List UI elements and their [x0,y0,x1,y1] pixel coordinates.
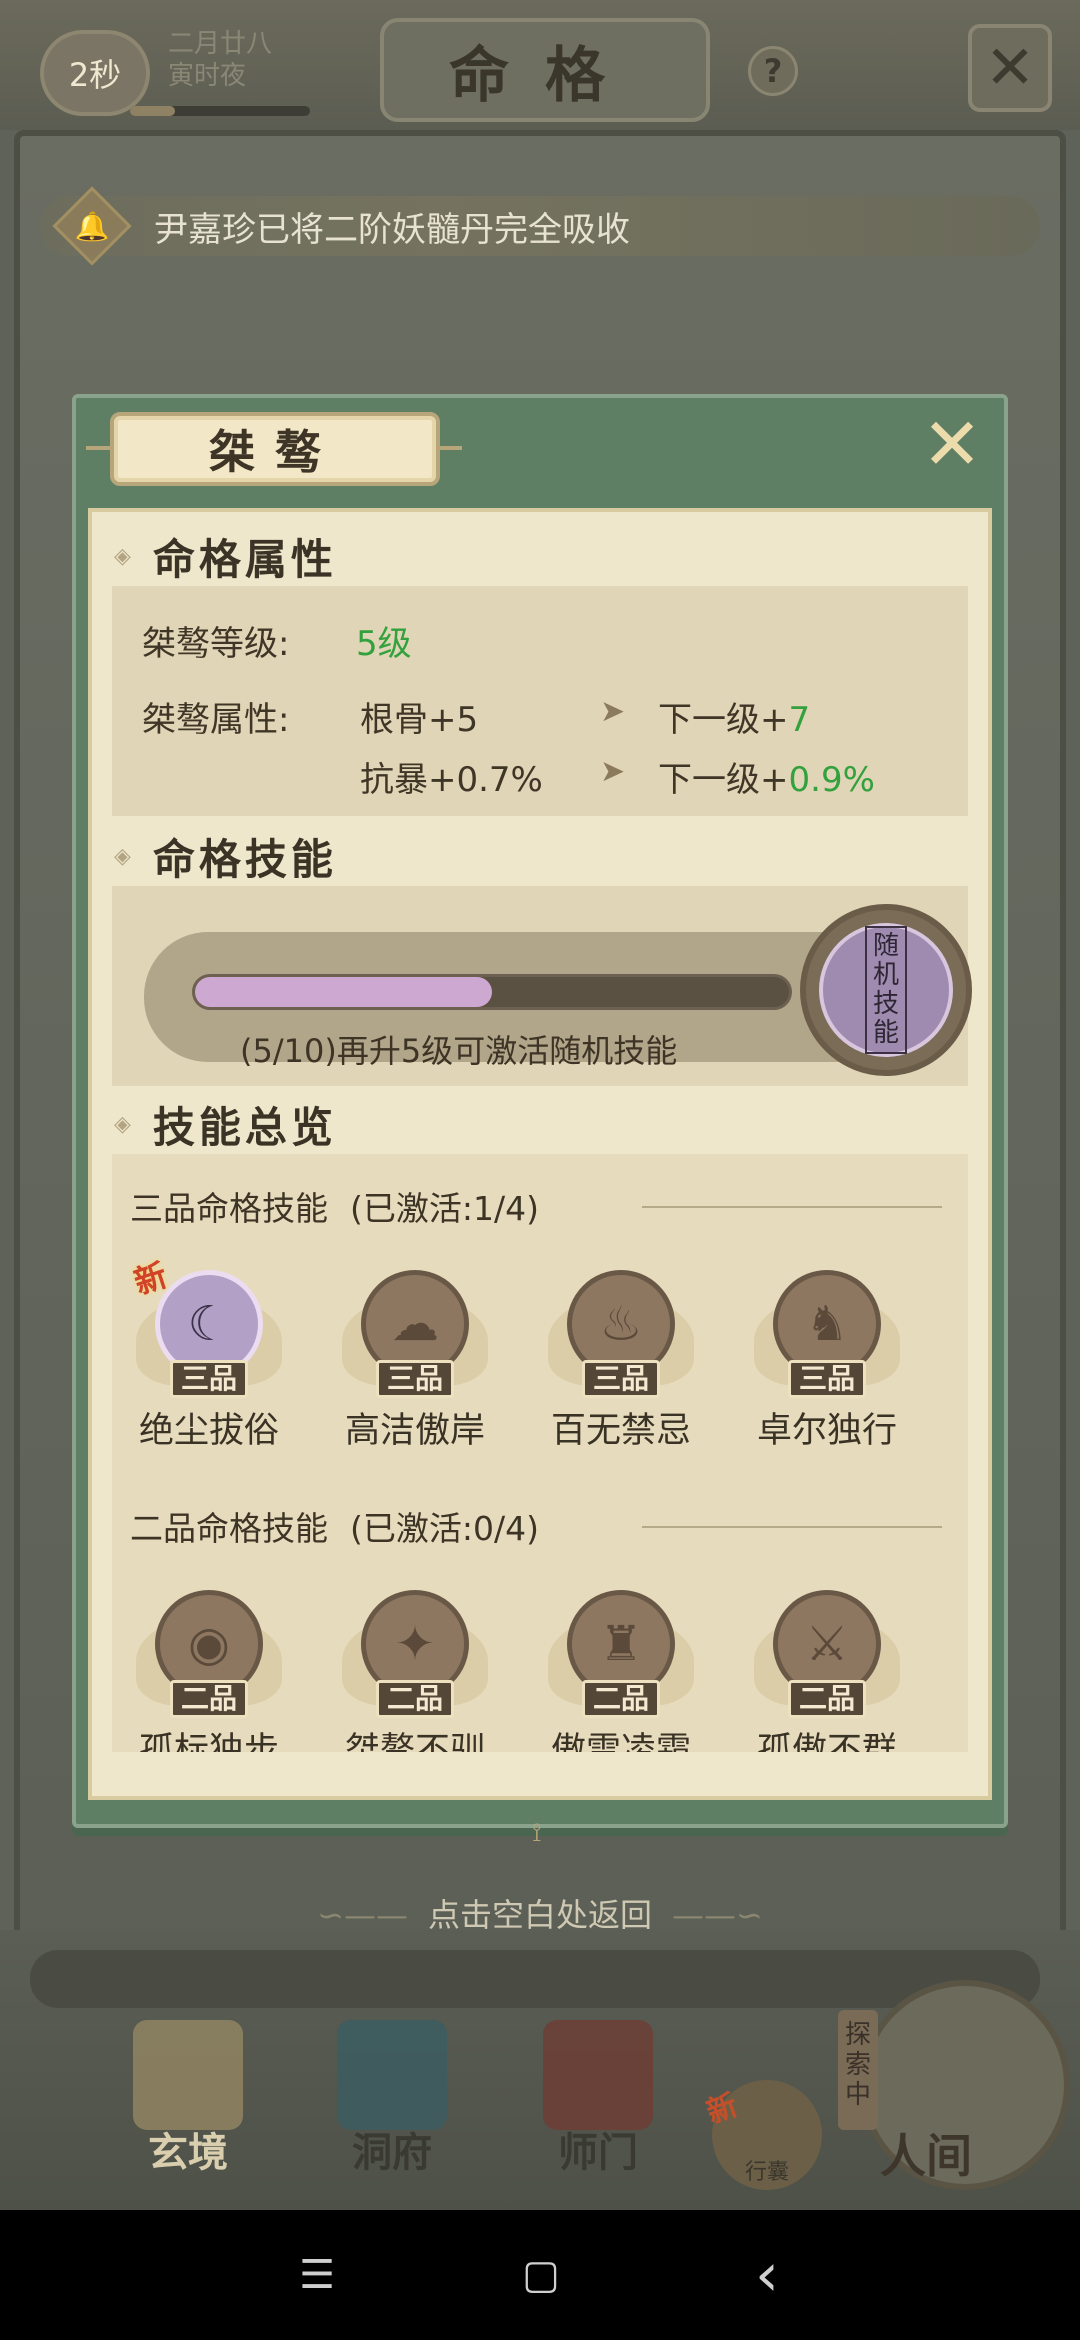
close-icon[interactable]: ✕ [968,24,1052,112]
diamond-icon: ◈ [114,1111,135,1137]
game-time: 二月廿八 寅时夜 [168,28,272,92]
panel-title-tab: 桀骜 [110,412,440,486]
attr-next-2: 下一级+0.9% [658,760,875,800]
banner-icon [543,2020,653,2130]
skill-progress-box: (5/10)再升5级可激活随机技能 随机技能 [112,886,972,1086]
skill-name: 傲雪凌霜 [550,1731,691,1752]
section-header-overview: ◈ 技能总览 [114,1096,337,1152]
return-hint[interactable]: ∽—— 点击空白处返回 ——∽ [0,1890,1080,1936]
tab-shimen[interactable]: 师门 [518,2020,678,2200]
notice-text: 尹嘉珍已将二阶妖髓丹完全吸收 [154,209,630,250]
skill-item[interactable]: ♨ 三品 百无禁忌 [526,1260,716,1460]
divider [642,1206,942,1208]
time-of-day: 寅时夜 [168,61,247,91]
arrow-right-icon: ➤ [600,754,626,789]
panel-knob: ⟟ [532,1818,542,1848]
tab-xuanjing[interactable]: 玄境 [108,2020,268,2200]
xingnang-label: 行囊 [744,2160,789,2185]
timer-badge: 2秒 [40,30,150,116]
progress-text: (5/10)再升5级可激活随机技能 [240,1032,678,1070]
system-nav-bar: ☰ ▢ ‹ [0,2210,1080,2340]
skill-name: 卓尔独行 [756,1411,897,1451]
skill-name: 高洁傲岸 [344,1411,485,1451]
divider [642,1526,942,1528]
lunar-date: 二月廿八 [168,29,273,59]
time-progress [130,106,310,116]
skill-item[interactable]: ♞ 三品 卓尔独行 [732,1260,922,1460]
tier-count: (已激活:1/4) [350,1189,539,1228]
diamond-icon: ◈ [114,543,135,569]
page-title: 命格 [380,18,710,122]
rank-badge: 三品 [788,1360,866,1398]
attr-current-1: 根骨+5 [360,700,479,740]
panel-close-icon[interactable]: ✕ [918,408,986,480]
tier-count: (已激活:0/4) [350,1509,539,1548]
explore-status-tag: 探索中 [838,2010,878,2130]
skill-item[interactable]: ◉ 二品 孤标独步 [114,1580,304,1752]
random-skill-inner: 随机技能 [819,923,953,1057]
return-hint-text: 点击空白处返回 [427,1896,652,1934]
scroll-icon [133,2020,243,2130]
section-title: 命格技能 [152,834,337,884]
section-title: 技能总览 [152,1102,337,1152]
timer-text: 2秒 [68,56,122,94]
bell-icon: 🔔 [52,186,132,266]
pavilion-icon [337,2020,447,2130]
tier-title: 三品命格技能 [130,1189,328,1228]
arrow-right-icon: ➤ [600,694,626,729]
renjian-label: 人间 [880,2129,972,2183]
rank-badge: 三品 [582,1360,660,1398]
level-label: 桀骜等级: [142,624,290,664]
rank-badge: 二品 [376,1680,454,1718]
attr-label: 桀骜属性: [142,700,290,740]
skill-name: 孤标独步 [138,1731,279,1752]
tier-header: 二品命格技能 (已激活:0/4) [130,1502,539,1550]
attr-current-2: 抗暴+0.7% [360,760,543,800]
diamond-icon: ◈ [114,843,135,869]
bottom-nav-bar [30,1950,1040,2008]
skill-overview-box: 三品命格技能 (已激活:1/4) ☾ 新 三品 绝尘拔俗 ☁ 三品 高洁傲岸 ♨ … [112,1154,968,1752]
notice-bar: 🔔 尹嘉珍已将二阶妖髓丹完全吸收 [40,186,1040,266]
help-button[interactable]: ? [748,46,798,96]
progress-fill [195,977,492,1007]
skill-item[interactable]: ♜ 二品 傲雪凌霜 [526,1580,716,1752]
tier-header: 三品命格技能 (已激活:1/4) [130,1182,539,1230]
rank-badge: 三品 [376,1360,454,1398]
skill-item[interactable]: ✦ 二品 桀骜不驯 [320,1580,510,1752]
attr-next-1: 下一级+7 [658,700,811,740]
section-title: 命格属性 [152,534,337,584]
rank-badge: 三品 [170,1360,248,1398]
rank-badge: 二品 [788,1680,866,1718]
attributes-box: 桀骜等级: 5级 桀骜属性: 根骨+5 ➤ 下一级+7 抗暴+0.7% ➤ 下一… [112,586,968,816]
skill-name: 绝尘拔俗 [138,1411,279,1451]
skill-name: 桀骜不驯 [344,1731,485,1752]
new-badge: 新 [129,1255,172,1302]
tab-dongfu[interactable]: 洞府 [312,2020,472,2200]
random-skill-icon[interactable]: 随机技能 [800,904,972,1076]
skill-name: 孤傲不群 [756,1731,897,1752]
skill-item[interactable]: ☁ 三品 高洁傲岸 [320,1260,510,1460]
skill-item[interactable]: ⚔ 二品 孤傲不群 [732,1580,922,1752]
scroll-left-ornament: ∽—— [317,1896,408,1934]
level-value: 5级 [356,624,412,664]
scroll-right-ornament: ——∽ [672,1896,763,1934]
rank-badge: 二品 [582,1680,660,1718]
section-header-skill: ◈ 命格技能 [114,828,337,884]
skill-progress-bar [192,974,792,1010]
home-icon[interactable]: ▢ [516,2250,566,2300]
rank-badge: 二品 [170,1680,248,1718]
tab-xingnang[interactable]: 新 行囊 [702,2080,822,2190]
random-skill-label: 随机技能 [865,926,907,1054]
skill-item[interactable]: ☾ 新 三品 绝尘拔俗 [114,1256,304,1460]
section-header-attributes: ◈ 命格属性 [114,528,337,584]
back-icon[interactable]: ‹ [742,2245,792,2305]
panel-scroll-area[interactable]: ◈ 命格属性 桀骜等级: 5级 桀骜属性: 根骨+5 ➤ 下一级+7 抗暴+0.… [108,528,972,1752]
menu-icon[interactable]: ☰ [292,2250,342,2300]
skill-name: 百无禁忌 [550,1411,691,1451]
tier-title: 二品命格技能 [130,1509,328,1548]
